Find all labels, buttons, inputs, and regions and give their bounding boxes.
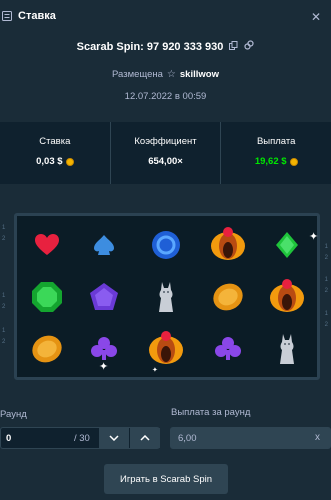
symbol-ring-icon	[141, 220, 191, 270]
symbol-coin-icon	[203, 272, 253, 322]
row-number-right: 2	[324, 288, 328, 294]
symbol-pentagon-icon	[79, 272, 129, 322]
bet-info: Scarab Spin: 97 920 333 930 Размещена ☆ …	[0, 32, 331, 122]
symbol-emerald-icon	[22, 272, 72, 322]
row-number-right: 1	[324, 244, 328, 250]
row-number-right: 2	[324, 322, 328, 328]
sparkle-icon: ✦	[152, 367, 158, 374]
multiplier-value-row: 654,00×	[111, 156, 221, 167]
stat-payout: Выплата 19,62 $	[220, 122, 331, 184]
slot-board: ✦ ✦ ✦	[14, 213, 320, 380]
symbol-heart-icon	[22, 220, 72, 270]
close-icon[interactable]: ✕	[311, 10, 321, 24]
sparkle-icon: ✦	[309, 231, 319, 243]
username-link[interactable]: skillwow	[180, 69, 219, 80]
modal-title: Ставка	[18, 10, 56, 22]
round-max: / 30	[74, 433, 90, 444]
round-value: 0	[6, 433, 12, 444]
sparkle-icon: ✦	[99, 361, 109, 373]
multiplier-value: 654,00×	[148, 156, 183, 167]
symbol-cat-icon	[262, 324, 312, 374]
play-game-button[interactable]: Играть в Scarab Spin	[104, 464, 228, 494]
symbol-scarab-icon	[141, 324, 191, 374]
star-icon: ☆	[166, 69, 176, 80]
stake-value-row: 0,03 $	[0, 156, 110, 167]
link-icon[interactable]	[244, 40, 254, 53]
round-decrement-button[interactable]	[99, 428, 129, 448]
row-number-right: 2	[324, 255, 328, 261]
payout-value: 19,62 $	[254, 156, 287, 167]
round-input[interactable]: 0 / 30	[0, 427, 160, 449]
row-number-left: 1	[2, 225, 6, 231]
payout-round-field: 6,00 x	[170, 427, 331, 449]
row-number-left: 2	[2, 236, 6, 242]
row-number-left: 2	[2, 304, 6, 310]
stake-value: 0,03 $	[36, 156, 63, 167]
bet-slip-icon	[2, 11, 12, 21]
row-number-left: 1	[2, 293, 6, 299]
round-label: Раунд	[0, 409, 27, 420]
copy-icon[interactable]	[229, 40, 238, 53]
payout-round-value: 6,00	[178, 433, 197, 444]
symbol-scarab-icon	[262, 272, 312, 322]
symbol-diamond-icon	[262, 220, 312, 270]
payout-round-label: Выплата за раунд	[171, 407, 251, 418]
payout-label: Выплата	[256, 136, 296, 147]
chevron-down-icon	[109, 435, 119, 441]
row-number-left: 1	[2, 328, 6, 334]
symbol-coin-icon	[22, 324, 72, 374]
symbol-scarab-icon	[203, 220, 253, 270]
row-number-right: 1	[324, 311, 328, 317]
coin-icon	[289, 157, 298, 166]
game-area: 1 2 1 2 1 2 1 2 1 2 1 2 ✦ ✦ ✦	[0, 184, 331, 394]
bet-id: Scarab Spin: 97 920 333 930	[76, 40, 224, 53]
multiplier-x-icon: x	[315, 432, 320, 443]
chevron-up-icon	[140, 435, 150, 441]
bet-id-row: Scarab Spin: 97 920 333 930	[0, 40, 331, 53]
modal-header: Ставка ✕	[0, 0, 331, 32]
symbol-spade-icon	[79, 220, 129, 270]
placed-by-row: Размещена ☆ skillwow	[0, 69, 331, 80]
stat-multiplier: Коэффициент 654,00×	[109, 122, 221, 184]
symbol-cat-icon	[141, 272, 191, 322]
stat-stake: Ставка 0,03 $	[0, 122, 110, 184]
placed-label: Размещена	[112, 69, 163, 80]
round-increment-button[interactable]	[130, 428, 160, 448]
coin-icon	[65, 157, 74, 166]
row-number-right: 1	[324, 277, 328, 283]
row-number-left: 2	[2, 339, 6, 345]
multiplier-label: Коэффициент	[134, 136, 197, 147]
symbol-club-icon	[203, 324, 253, 374]
payout-value-row: 19,62 $	[221, 156, 331, 167]
stake-label: Ставка	[39, 136, 71, 147]
bet-date: 12.07.2022 в 00:59	[124, 91, 207, 102]
bet-stats: Ставка 0,03 $ Коэффициент 654,00× Выплат…	[0, 122, 331, 184]
